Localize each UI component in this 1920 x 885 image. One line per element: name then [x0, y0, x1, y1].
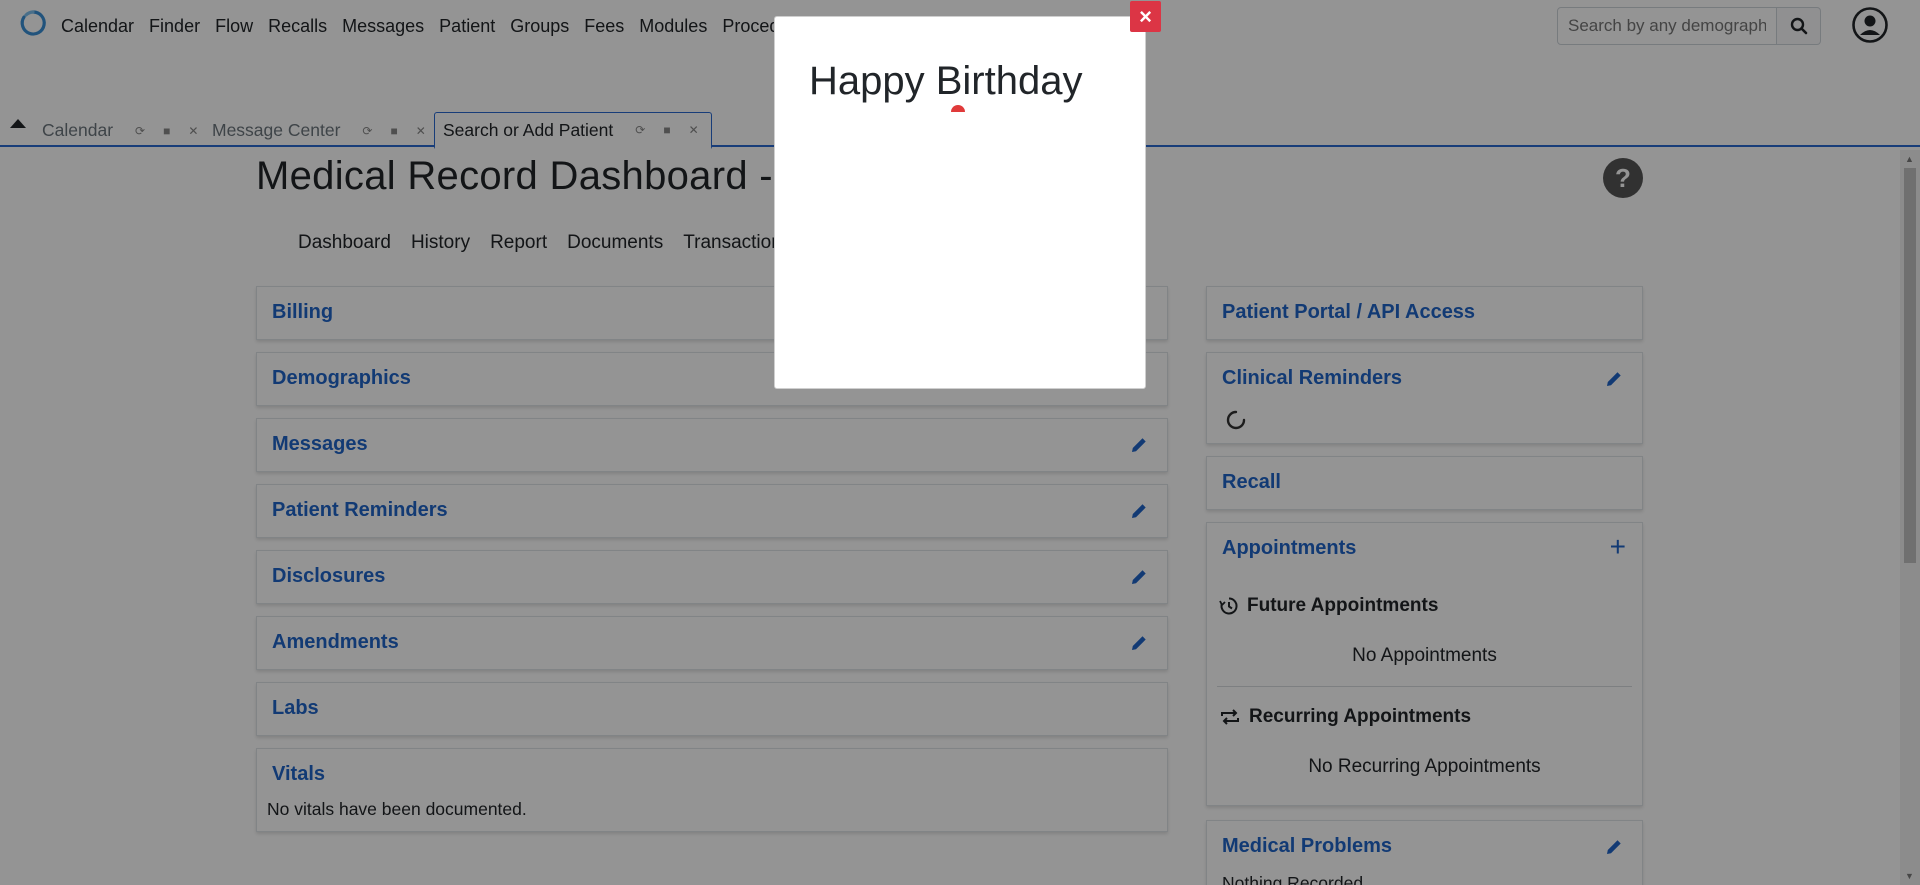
dialog-close-button[interactable]: × — [1130, 1, 1161, 32]
balloon-icon — [951, 105, 965, 112]
birthday-dialog: Happy Birthday — [774, 16, 1146, 389]
dialog-title: Happy Birthday — [809, 59, 1083, 103]
